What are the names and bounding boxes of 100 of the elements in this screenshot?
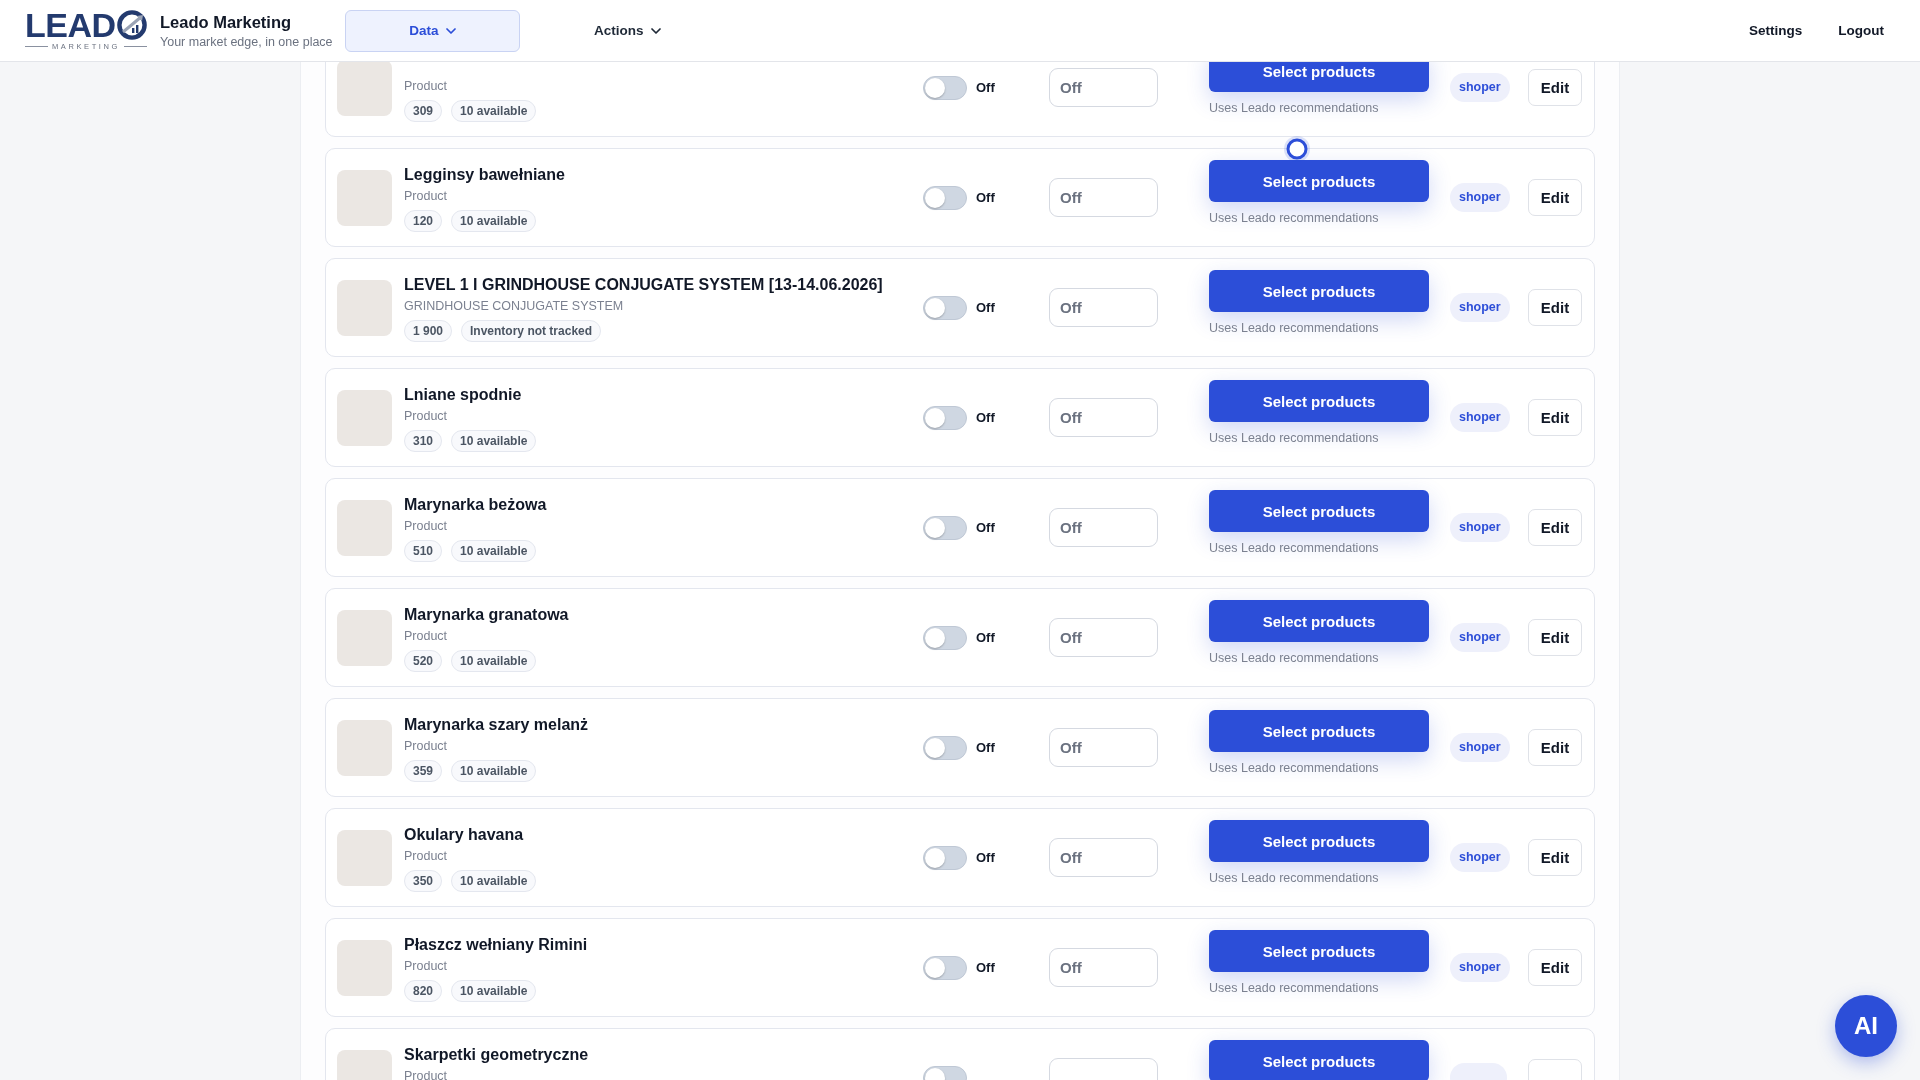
product-tag: 10 available bbox=[451, 650, 537, 672]
input-field[interactable]: Off bbox=[1049, 728, 1158, 767]
product-name: Skarpetki geometryczne bbox=[404, 1046, 589, 1063]
edit-button[interactable]: Edit bbox=[1528, 509, 1582, 546]
product-type: Product bbox=[404, 518, 449, 534]
product-type: Product bbox=[404, 958, 449, 974]
select-products-button[interactable]: Select products bbox=[1209, 930, 1429, 972]
toggle-switch[interactable] bbox=[923, 75, 967, 100]
product-tag: 1 900 bbox=[404, 320, 453, 342]
toggle-switch[interactable] bbox=[923, 295, 967, 320]
photo-placeholder bbox=[337, 389, 392, 446]
product-type: Product bbox=[404, 408, 449, 424]
photo-placeholder bbox=[337, 499, 392, 556]
photo-placeholder bbox=[337, 719, 392, 776]
toggle-switch[interactable] bbox=[923, 845, 967, 870]
hint-text: Uses Leado recommendations bbox=[1209, 760, 1379, 776]
source-badge: shoper bbox=[1450, 733, 1510, 762]
product-tag: 350 bbox=[404, 870, 443, 892]
toggle-switch[interactable] bbox=[923, 405, 967, 430]
toggle-label: Off bbox=[976, 740, 995, 755]
product-tag: 510 bbox=[404, 540, 443, 562]
source-badge: shoper bbox=[1450, 623, 1510, 652]
hint-text: Uses Leado recommendations bbox=[1209, 540, 1379, 556]
select-products-button[interactable]: Select products bbox=[1209, 600, 1429, 642]
product-type: Product bbox=[404, 1068, 449, 1080]
input-field[interactable]: Off bbox=[1049, 508, 1158, 547]
product-tag: 310 bbox=[404, 430, 443, 452]
select-products-button[interactable]: Select products bbox=[1209, 490, 1429, 532]
input-field[interactable]: Off bbox=[1049, 948, 1158, 987]
input-field[interactable]: Off bbox=[1049, 288, 1158, 327]
select-products-button[interactable]: Select products bbox=[1209, 160, 1429, 202]
product-tag: 520 bbox=[404, 650, 443, 672]
edit-button[interactable]: Edit bbox=[1528, 729, 1582, 766]
product-tag: 10 available bbox=[451, 980, 537, 1002]
photo-placeholder bbox=[337, 609, 392, 666]
product-type: Product bbox=[404, 78, 449, 94]
input-field[interactable]: Off bbox=[1049, 68, 1158, 107]
product-name: Okulary havana bbox=[404, 826, 524, 843]
logo-wordmark: LEAD bbox=[25, 10, 116, 40]
select-products-button[interactable]: Select products bbox=[1209, 62, 1429, 92]
product-type: Product bbox=[404, 628, 449, 644]
toggle-switch[interactable] bbox=[923, 185, 967, 210]
select-products-button[interactable]: Select products bbox=[1209, 270, 1429, 312]
photo-placeholder bbox=[337, 169, 392, 226]
toggle-label: Off bbox=[976, 300, 995, 315]
product-type: Product bbox=[404, 848, 449, 864]
toggle-switch[interactable] bbox=[923, 735, 967, 760]
product-tag: 10 available bbox=[451, 210, 537, 232]
brand-name: Leado Marketing bbox=[160, 11, 293, 32]
edit-button[interactable]: Edit bbox=[1528, 949, 1582, 986]
product-type: Product bbox=[404, 738, 449, 754]
edit-button[interactable]: Edit bbox=[1528, 289, 1582, 326]
product-name: Marynarka granatowa bbox=[404, 606, 569, 623]
product-name: Płaszcz wełniany Rimini bbox=[404, 936, 588, 953]
input-field[interactable]: Off bbox=[1049, 178, 1158, 217]
nav-link[interactable]: Logout bbox=[1838, 23, 1884, 38]
edit-button[interactable]: Edit bbox=[1528, 619, 1582, 656]
hint-text: Uses Leado recommendations bbox=[1209, 100, 1379, 116]
edit-button[interactable]: Edit bbox=[1528, 69, 1582, 106]
product-tag: 10 available bbox=[451, 760, 537, 782]
product-tag: 309 bbox=[404, 100, 443, 122]
brand-subtitle: Your market edge, in one place bbox=[160, 34, 333, 50]
toggle-label: Off bbox=[976, 960, 995, 975]
nav-tab[interactable]: Actions bbox=[583, 9, 672, 52]
toggle-switch[interactable] bbox=[923, 625, 967, 650]
select-products-button[interactable]: Select products bbox=[1209, 820, 1429, 862]
toggle-switch[interactable] bbox=[923, 515, 967, 540]
hint-text: Uses Leado recommendations bbox=[1209, 210, 1379, 226]
edit-button[interactable]: Edit bbox=[1528, 839, 1582, 876]
source-badge: shoper bbox=[1450, 73, 1510, 102]
edit-button[interactable]: Edit bbox=[1528, 179, 1582, 216]
source-badge: shoper bbox=[1450, 183, 1510, 212]
product-tag: 120 bbox=[404, 210, 443, 232]
photo-placeholder bbox=[337, 279, 392, 336]
input-field[interactable]: Off bbox=[1049, 838, 1158, 877]
input-field[interactable]: Off bbox=[1049, 618, 1158, 657]
toggle-label: Off bbox=[976, 850, 995, 865]
product-type: GRINDHOUSE CONJUGATE SYSTEM bbox=[404, 298, 625, 314]
product-type: Product bbox=[404, 188, 449, 204]
select-products-button[interactable]: Select products bbox=[1209, 380, 1429, 422]
source-badge: shoper bbox=[1450, 403, 1510, 432]
product-tag: 10 available bbox=[451, 100, 537, 122]
hint-text: Uses Leado recommendations bbox=[1209, 320, 1379, 336]
edit-button[interactable]: Edit bbox=[1528, 399, 1582, 436]
hint-text: Uses Leado recommendations bbox=[1209, 870, 1379, 886]
toggle-switch[interactable] bbox=[923, 955, 967, 980]
select-products-button[interactable]: Select products bbox=[1209, 710, 1429, 752]
toggle-label: Off bbox=[976, 190, 995, 205]
product-tag: 10 available bbox=[451, 430, 537, 452]
source-badge: shoper bbox=[1450, 953, 1510, 982]
source-badge: shoper bbox=[1450, 513, 1510, 542]
photo-placeholder bbox=[337, 829, 392, 886]
nav-link[interactable]: Settings bbox=[1749, 23, 1803, 38]
hint-text: Uses Leado recommendations bbox=[1209, 980, 1379, 996]
product-name: Marynarka beżowa bbox=[404, 496, 547, 513]
nav-tab[interactable]: Data bbox=[345, 9, 520, 52]
select-products-button[interactable]: Select products bbox=[1209, 1040, 1429, 1080]
toggle-label: Off bbox=[976, 410, 995, 425]
source-badge: shoper bbox=[1450, 843, 1510, 872]
input-field[interactable]: Off bbox=[1049, 398, 1158, 437]
